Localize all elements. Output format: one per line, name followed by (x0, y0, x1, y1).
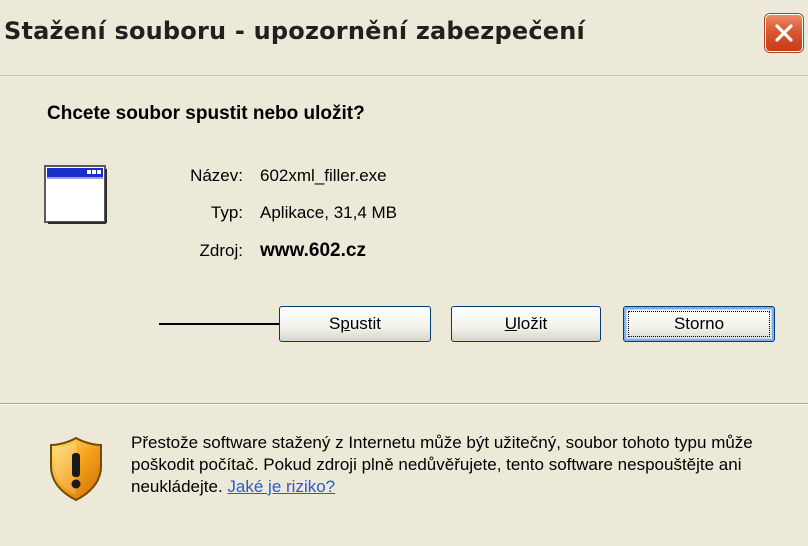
save-label-accesskey: U (504, 314, 518, 333)
info-row-type: Typ: Aplikace, 31,4 MB (130, 203, 530, 229)
save-button-label: Uložit (505, 314, 548, 333)
info-row-source: Zdroj: www.602.cz (130, 240, 530, 267)
warning-message: Přestože software stažený z Internetu mů… (131, 433, 753, 496)
run-button-label: Spustit (329, 314, 381, 333)
save-label-rest: ložit (517, 314, 548, 333)
type-label: Typ: (210, 203, 243, 222)
title-bar[interactable]: Stažení souboru - upozornění zabezpečení (0, 0, 808, 76)
close-icon (775, 24, 793, 42)
section-divider-highlight (0, 404, 808, 405)
close-button[interactable] (765, 14, 803, 52)
run-button[interactable]: Spustit (279, 306, 431, 342)
run-label-accesskey: p (340, 314, 350, 333)
name-label: Název: (190, 166, 243, 185)
cancel-button[interactable]: Storno (623, 306, 775, 342)
focus-ring (628, 311, 770, 337)
application-window-icon (44, 165, 107, 224)
run-label-rest: ustit (349, 314, 381, 333)
security-shield-icon (50, 436, 102, 502)
name-value: 602xml_filler.exe (260, 166, 387, 185)
save-button[interactable]: Uložit (451, 306, 601, 342)
info-row-name: Název: 602xml_filler.exe (130, 166, 530, 192)
run-label-prefix: S (329, 314, 341, 333)
dialog-question: Chcete soubor spustit nebo uložit? (47, 103, 365, 124)
window-title: Stažení souboru - upozornění zabezpečení (4, 17, 585, 45)
source-label: Zdroj: (199, 241, 243, 260)
file-download-security-dialog: Stažení souboru - upozornění zabezpečení… (0, 0, 808, 546)
type-value: Aplikace, 31,4 MB (260, 203, 398, 222)
risk-info-link[interactable]: Jaké je riziko? (227, 477, 335, 496)
security-warning-text: Přestože software stažený z Internetu mů… (131, 432, 791, 498)
source-value: www.602.cz (260, 240, 366, 261)
